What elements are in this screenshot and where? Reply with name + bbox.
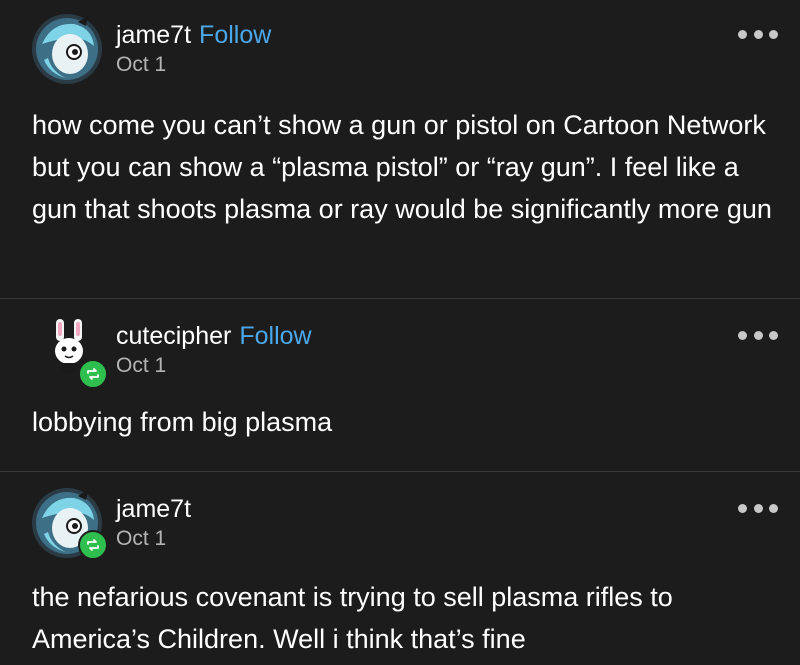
post-body: lobbying from big plasma [32, 407, 333, 437]
post-reblog: jame7t Oct 1 the nefarious covenant is t… [0, 472, 800, 665]
post-body: how come you can’t show a gun or pistol … [32, 110, 772, 224]
post-meta: jame7t Follow Oct 1 [116, 20, 271, 78]
post-date: Oct 1 [116, 527, 167, 550]
more-options-icon[interactable] [738, 28, 778, 40]
reblog-icon [78, 359, 108, 389]
dot [738, 330, 747, 340]
dot [769, 330, 778, 340]
post-date: Oct 1 [116, 354, 167, 377]
post-body: the nefarious covenant is trying to sell… [32, 582, 673, 654]
more-options-icon[interactable] [738, 502, 778, 514]
dot [738, 29, 747, 39]
avatar[interactable] [32, 14, 102, 84]
username[interactable]: cutecipher [116, 322, 231, 350]
name-line: cutecipher Follow [116, 321, 312, 351]
dot [769, 503, 778, 513]
dot [769, 29, 778, 39]
dot [738, 503, 747, 513]
name-line: jame7t Follow [116, 20, 271, 50]
name-line: jame7t [116, 494, 191, 524]
username[interactable]: jame7t [116, 21, 191, 49]
dot [753, 330, 763, 340]
follow-button[interactable]: Follow [239, 322, 311, 350]
reblog-icon [78, 530, 108, 560]
more-options-icon[interactable] [738, 329, 778, 341]
post-header: cutecipher Follow Oct 1 [32, 315, 778, 389]
avatar-image [32, 14, 102, 84]
post-reblog: cutecipher Follow Oct 1 lobbying from big… [0, 299, 800, 471]
username[interactable]: jame7t [116, 495, 191, 523]
post-meta: jame7t Oct 1 [116, 494, 191, 552]
post-header: jame7t Oct 1 [32, 488, 778, 560]
post-original: jame7t Follow Oct 1 how come you can’t sh… [0, 0, 800, 298]
post-meta: cutecipher Follow Oct 1 [116, 321, 312, 379]
dot [753, 503, 763, 513]
post-header: jame7t Follow Oct 1 [32, 14, 778, 84]
follow-button[interactable]: Follow [199, 21, 271, 49]
dot [753, 29, 763, 39]
post-date: Oct 1 [116, 53, 167, 76]
